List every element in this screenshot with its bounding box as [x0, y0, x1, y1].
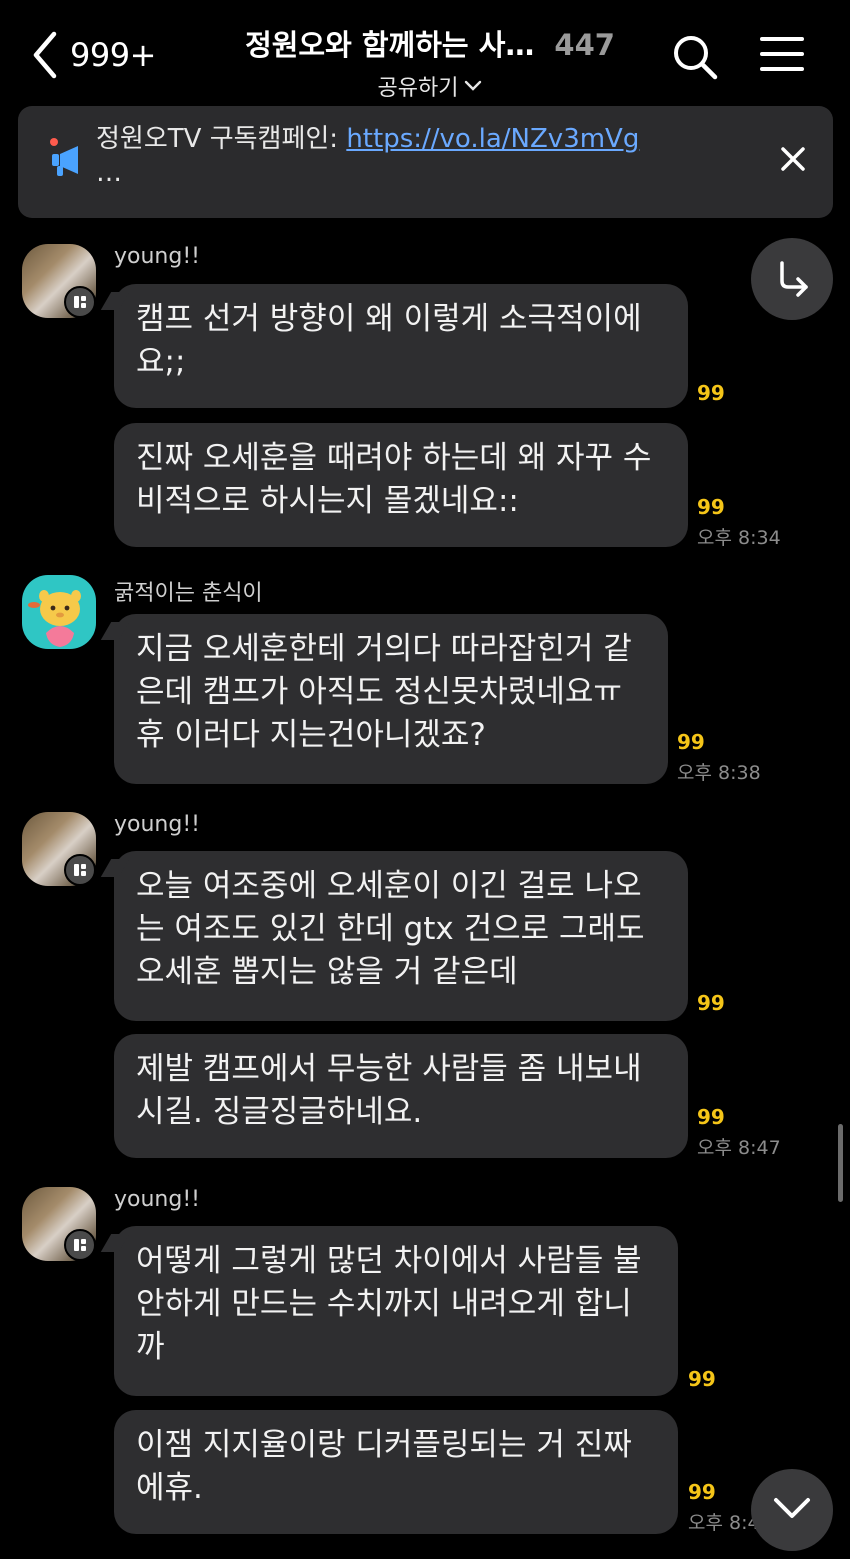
message-bubble[interactable]: 진짜 오세훈을 때려야 하는데 왜 자꾸 수비적으로 하시는지 몰겠네요:: [114, 423, 688, 547]
unread-count: 99 [697, 1105, 725, 1129]
close-icon [778, 147, 808, 178]
chevron-down-icon [464, 77, 482, 96]
unread-count: 99 [677, 730, 705, 754]
share-forward-button[interactable] [751, 238, 833, 320]
message-time: 오후 8:4 [688, 1512, 760, 1534]
unread-chats-count: 999+ [70, 36, 156, 74]
back-button[interactable]: 999+ [30, 30, 156, 80]
message-bubble[interactable]: 제발 캠프에서 무능한 사람들 좀 내보내시길. 징글징글하네요. [114, 1034, 688, 1158]
profile-badge-icon [64, 1229, 96, 1261]
forward-arrow-icon [772, 257, 812, 301]
profile-badge-icon [64, 854, 96, 886]
scrollbar[interactable] [838, 1124, 843, 1202]
sender-name: young!! [114, 244, 200, 269]
unread-count: 99 [688, 1480, 716, 1504]
menu-button[interactable] [760, 34, 804, 78]
avatar[interactable] [22, 575, 96, 649]
sender-name: young!! [114, 812, 200, 837]
message-bubble[interactable]: 오늘 여조중에 오세훈이 이긴 걸로 나오는 여조도 있긴 한데 gtx 건으로… [114, 851, 688, 1021]
search-button[interactable] [672, 34, 718, 84]
notice-link[interactable]: https://vo.la/NZv3mVg [346, 124, 639, 154]
message-bubble[interactable]: 캠프 선거 방향이 왜 이렇게 소극적이에요;; [114, 284, 688, 408]
chevron-down-icon [772, 1495, 812, 1525]
notice-more: … [96, 158, 122, 188]
search-icon [672, 36, 718, 84]
message-bubble[interactable]: 지금 오세훈한테 거의다 따라잡힌거 같은데 캠프가 아직도 정신못차렸네요ㅠ … [114, 614, 668, 784]
message-time: 오후 8:34 [697, 527, 781, 549]
close-notice-button[interactable] [778, 144, 808, 178]
notice-prefix: 정원오TV 구독캠페인: [96, 124, 347, 154]
megaphone-icon [48, 136, 84, 184]
hamburger-menu-icon [760, 37, 804, 78]
unread-count: 99 [697, 991, 725, 1015]
profile-badge-icon [64, 286, 96, 318]
message-time: 오후 8:47 [697, 1137, 781, 1159]
scroll-to-bottom-button[interactable] [751, 1469, 833, 1551]
share-button[interactable]: 공유하기 [378, 70, 483, 102]
message-time: 오후 8:38 [677, 762, 761, 784]
notice-text: 정원오TV 구독캠페인: https://vo.la/NZv3mVg … [96, 122, 736, 190]
unread-count: 99 [697, 495, 725, 519]
sender-name: young!! [114, 1187, 200, 1212]
chevron-left-icon [30, 30, 60, 80]
message-bubble[interactable]: 어떻게 그렇게 많던 차이에서 사람들 불안하게 만드는 수치까지 내려오게 합… [114, 1226, 678, 1396]
room-title-area[interactable]: 정원오와 함께하는 사… 447 공유하기 [220, 22, 640, 102]
chat-header: 999+ 정원오와 함께하는 사… 447 공유하기 [0, 0, 850, 108]
sender-name: 굵적이는 춘식이 [114, 581, 263, 606]
message-bubble[interactable]: 이잼 지지율이랑 디커플링되는 거 진짜 에휴. [114, 1410, 678, 1534]
room-title: 정원오와 함께하는 사… [245, 28, 535, 62]
chunsik-character-icon [28, 590, 81, 647]
unread-count: 99 [688, 1367, 716, 1391]
member-count: 447 [554, 28, 615, 62]
share-label: 공유하기 [377, 76, 459, 101]
notice-banner[interactable]: 정원오TV 구독캠페인: https://vo.la/NZv3mVg … [18, 106, 833, 218]
unread-count: 99 [697, 381, 725, 405]
